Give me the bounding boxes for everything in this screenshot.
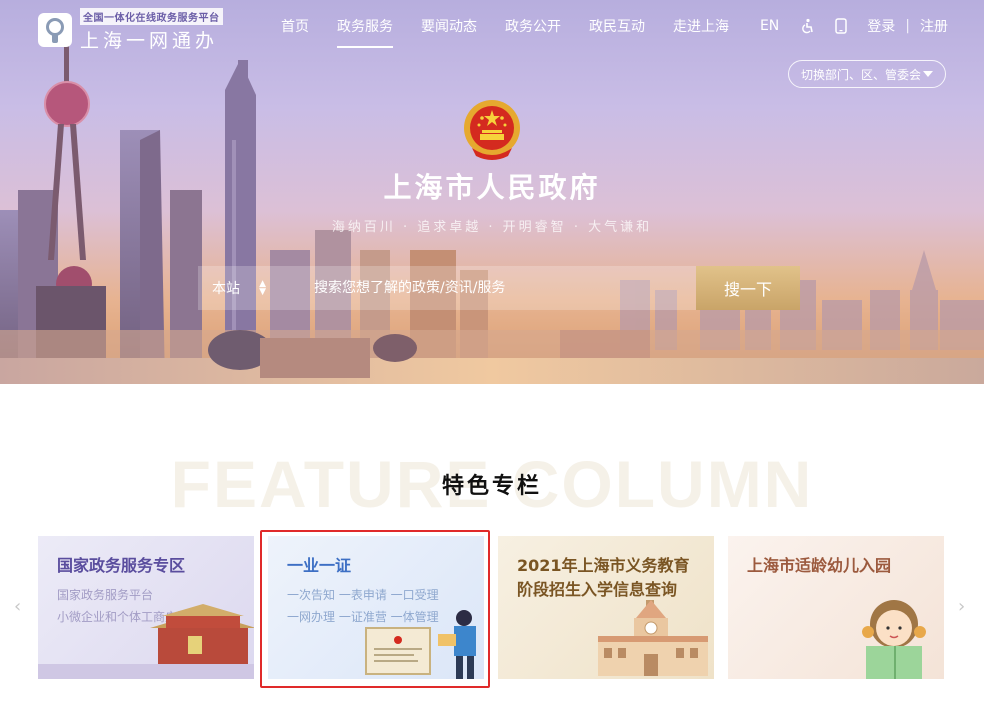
login-link[interactable]: 登录 bbox=[867, 16, 895, 36]
search-scope-label: 本站 bbox=[212, 281, 240, 297]
feature-card-kindergarten-enrollment[interactable]: 上海市适龄幼儿入园 bbox=[728, 536, 944, 679]
search-input[interactable] bbox=[276, 266, 696, 310]
search-scope-select[interactable]: 本站 ▲ ▼ bbox=[198, 266, 276, 310]
search-bar: 本站 ▲▼ 搜一下 bbox=[198, 266, 800, 310]
nav-interaction[interactable]: 政民互动 bbox=[589, 16, 645, 48]
feature-card-one-license[interactable]: 一业一证 一次告知 一表申请 一口受理 一网办理 一证准营 一体管理 bbox=[268, 536, 484, 679]
school-building-illustration bbox=[598, 600, 708, 676]
search-button[interactable]: 搜一下 bbox=[696, 266, 800, 310]
register-link[interactable]: 注册 bbox=[920, 16, 948, 36]
main-nav: 首页 政务服务 要闻动态 政务公开 政民互动 走进上海 bbox=[281, 16, 757, 48]
department-switch-label: 切换部门、区、管委会 bbox=[801, 67, 922, 82]
nav-government-services[interactable]: 政务服务 bbox=[337, 16, 393, 48]
business-license-illustration bbox=[365, 610, 476, 679]
government-slogan: 海纳百川 · 追求卓越 · 开明睿智 · 大气谦和 bbox=[331, 220, 653, 235]
language-switch[interactable]: EN bbox=[760, 18, 779, 34]
sort-arrows-icon: ▲ ▼ bbox=[259, 279, 266, 297]
national-emblem-icon bbox=[464, 100, 520, 160]
top-right-toolbar: EN 登录 | 注册 bbox=[740, 16, 948, 36]
logo-icon bbox=[38, 12, 72, 47]
nav-about-shanghai[interactable]: 走进上海 bbox=[673, 16, 729, 48]
child-reading-illustration bbox=[862, 600, 926, 679]
feature-card-school-enrollment[interactable]: 2021年上海市义务教育 阶段招生入学信息查询 bbox=[498, 536, 714, 679]
hero-banner: 全国一体化在线政务服务平台 上海一网通办 首页 政务服务 要闻动态 政务公开 政… bbox=[0, 0, 984, 384]
tiananmen-illustration bbox=[38, 604, 254, 679]
logo-subtitle: 全国一体化在线政务服务平台 bbox=[80, 8, 223, 25]
separator: | bbox=[905, 18, 910, 34]
logo-title: 上海一网通办 bbox=[80, 30, 219, 52]
next-arrow-icon[interactable]: › bbox=[958, 596, 965, 617]
department-switch-dropdown[interactable]: 切换部门、区、管委会 bbox=[788, 60, 946, 88]
site-logo[interactable]: 全国一体化在线政务服务平台 上海一网通办 bbox=[38, 6, 223, 53]
prev-arrow-icon[interactable]: ‹ bbox=[14, 596, 21, 617]
nav-home[interactable]: 首页 bbox=[281, 16, 309, 48]
feature-card-national-services[interactable]: 国家政务服务专区 国家政务服务平台 小微企业和个体工商户服务 bbox=[38, 536, 254, 679]
nav-news[interactable]: 要闻动态 bbox=[421, 16, 477, 48]
mobile-icon[interactable] bbox=[835, 18, 848, 34]
chevron-down-icon bbox=[923, 71, 933, 77]
feature-title: 特色专栏 bbox=[441, 474, 542, 499]
nav-public-affairs[interactable]: 政务公开 bbox=[505, 16, 561, 48]
accessibility-icon[interactable] bbox=[799, 18, 815, 34]
government-title: 上海市人民政府 bbox=[383, 171, 601, 204]
